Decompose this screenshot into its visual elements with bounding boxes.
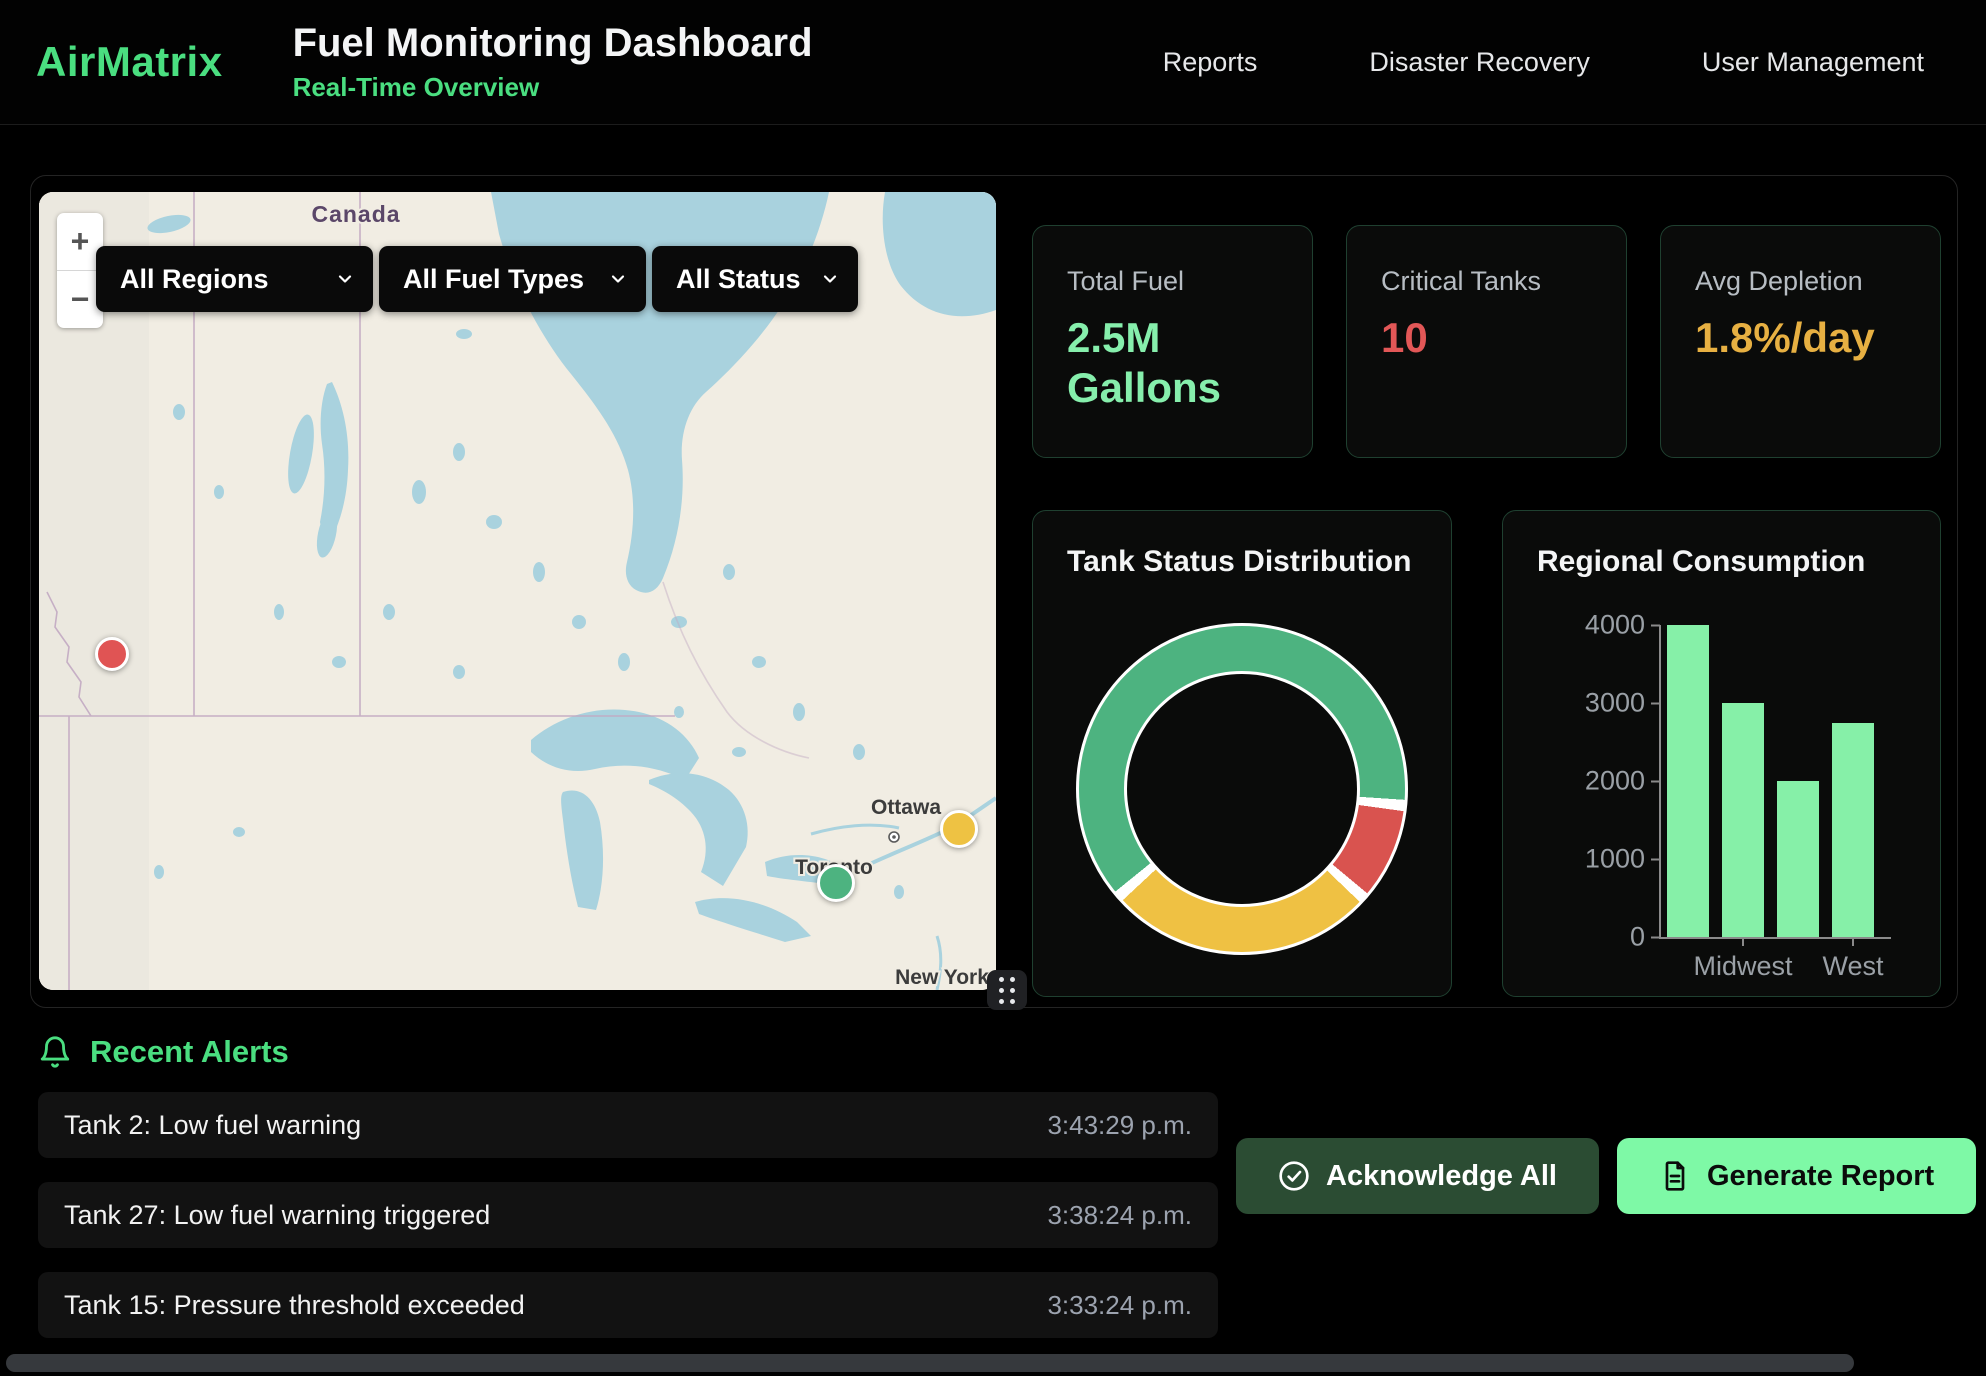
report-file-icon	[1659, 1160, 1691, 1192]
alert-text: Tank 27: Low fuel warning triggered	[64, 1200, 490, 1231]
alert-time: 3:33:24 p.m.	[1047, 1290, 1192, 1321]
city-symbol-ottawa	[889, 832, 899, 842]
bar-west	[1832, 723, 1874, 938]
x-axis-tick	[1852, 937, 1854, 946]
alert-actions: Acknowledge All Generate Report	[1218, 1034, 1976, 1362]
regional-consumption-chart-card: Regional Consumption 4000 3000 2000 1000…	[1502, 510, 1941, 997]
alert-text: Tank 2: Low fuel warning	[64, 1110, 361, 1141]
stat-card-avg-depletion: Avg Depletion 1.8%/day	[1660, 225, 1941, 458]
stat-value: 10	[1381, 313, 1561, 363]
donut-ring	[1076, 623, 1408, 955]
charts-row: Tank Status Distribution Regional Consum…	[1032, 510, 1941, 997]
right-column: Total Fuel 2.5M Gallons Critical Tanks 1…	[1032, 225, 1941, 997]
normal-tank-marker[interactable]	[817, 864, 855, 902]
alerts-title: Recent Alerts	[90, 1034, 289, 1070]
page-title-block: Fuel Monitoring Dashboard Real-Time Over…	[293, 21, 813, 103]
y-axis-tick: 0	[1630, 922, 1645, 953]
nav-user-management[interactable]: User Management	[1702, 47, 1924, 78]
stat-label: Total Fuel	[1067, 266, 1278, 297]
warning-tank-marker[interactable]	[940, 810, 978, 848]
generate-report-button[interactable]: Generate Report	[1617, 1138, 1976, 1214]
bar-south	[1777, 781, 1819, 937]
donut-chart	[1067, 623, 1417, 955]
map-panel: Canada Ottawa Toronto New York + −	[39, 192, 996, 990]
region-filter-value: All Regions	[120, 264, 269, 295]
stat-value: 1.8%/day	[1695, 313, 1875, 363]
page-subtitle: Real-Time Overview	[293, 72, 813, 103]
stats-row: Total Fuel 2.5M Gallons Critical Tanks 1…	[1032, 225, 1941, 458]
alert-row: Tank 15: Pressure threshold exceeded 3:3…	[38, 1272, 1218, 1338]
bar-midwest	[1722, 703, 1764, 937]
dashboard-container: Canada Ottawa Toronto New York + −	[30, 175, 1958, 1008]
bar-group	[1667, 625, 1874, 937]
horizontal-scrollbar-thumb[interactable]	[6, 1354, 1854, 1372]
alert-text: Tank 15: Pressure threshold exceeded	[64, 1290, 525, 1321]
map-label-canada: Canada	[311, 201, 400, 227]
alert-row: Tank 27: Low fuel warning triggered 3:38…	[38, 1182, 1218, 1248]
stat-label: Critical Tanks	[1381, 266, 1592, 297]
alert-time: 3:43:29 p.m.	[1047, 1110, 1192, 1141]
donut-hole	[1124, 671, 1360, 907]
critical-tank-marker[interactable]	[95, 637, 129, 671]
acknowledge-all-button[interactable]: Acknowledge All	[1236, 1138, 1599, 1214]
page-title: Fuel Monitoring Dashboard	[293, 21, 813, 66]
bar-northeast	[1667, 625, 1709, 937]
map-label-ottawa: Ottawa	[871, 796, 941, 819]
generate-report-label: Generate Report	[1707, 1160, 1934, 1193]
bar-chart-plot: 4000 3000 2000 1000 0 Midwest West	[1659, 625, 1891, 939]
app-header: AirMatrix Fuel Monitoring Dashboard Real…	[0, 0, 1986, 125]
main-nav: Reports Disaster Recovery User Managemen…	[1163, 47, 1924, 78]
status-filter-select[interactable]: All Status	[652, 246, 858, 312]
stat-value: 2.5M Gallons	[1067, 313, 1247, 412]
stat-card-total-fuel: Total Fuel 2.5M Gallons	[1032, 225, 1313, 458]
x-axis-tick	[1742, 937, 1744, 946]
y-axis-tick: 3000	[1585, 688, 1645, 719]
x-axis-label-midwest: Midwest	[1693, 951, 1792, 982]
alerts-list-panel: Recent Alerts Tank 2: Low fuel warning 3…	[38, 1034, 1218, 1362]
map-filters: All Regions All Fuel Types All Status	[96, 246, 858, 312]
nav-reports[interactable]: Reports	[1163, 47, 1258, 78]
stat-label: Avg Depletion	[1695, 266, 1906, 297]
y-axis-tick: 1000	[1585, 844, 1645, 875]
acknowledge-all-label: Acknowledge All	[1326, 1160, 1557, 1193]
alerts-header: Recent Alerts	[38, 1034, 1218, 1070]
app-logo: AirMatrix	[36, 38, 223, 86]
y-axis-tick: 4000	[1585, 610, 1645, 641]
x-axis-label-west: West	[1822, 951, 1883, 982]
alerts-section: Recent Alerts Tank 2: Low fuel warning 3…	[38, 1034, 1956, 1362]
y-axis-tick: 2000	[1585, 766, 1645, 797]
region-filter-select[interactable]: All Regions	[96, 246, 373, 312]
check-circle-icon	[1278, 1160, 1310, 1192]
chevron-down-icon	[608, 269, 628, 289]
bell-icon	[38, 1035, 72, 1069]
donut-chart-title: Tank Status Distribution	[1067, 545, 1417, 579]
nav-disaster-recovery[interactable]: Disaster Recovery	[1369, 47, 1590, 78]
chevron-down-icon	[335, 269, 355, 289]
chevron-down-icon	[820, 269, 840, 289]
status-filter-value: All Status	[676, 264, 801, 295]
map-resize-grip[interactable]	[987, 970, 1027, 1010]
fuel-type-filter-value: All Fuel Types	[403, 264, 584, 295]
map-label-new-york: New York	[895, 966, 989, 989]
bar-chart-title: Regional Consumption	[1537, 545, 1906, 579]
tank-status-chart-card: Tank Status Distribution	[1032, 510, 1452, 997]
stat-card-critical-tanks: Critical Tanks 10	[1346, 225, 1627, 458]
alert-time: 3:38:24 p.m.	[1047, 1200, 1192, 1231]
alert-row: Tank 2: Low fuel warning 3:43:29 p.m.	[38, 1092, 1218, 1158]
fuel-type-filter-select[interactable]: All Fuel Types	[379, 246, 646, 312]
